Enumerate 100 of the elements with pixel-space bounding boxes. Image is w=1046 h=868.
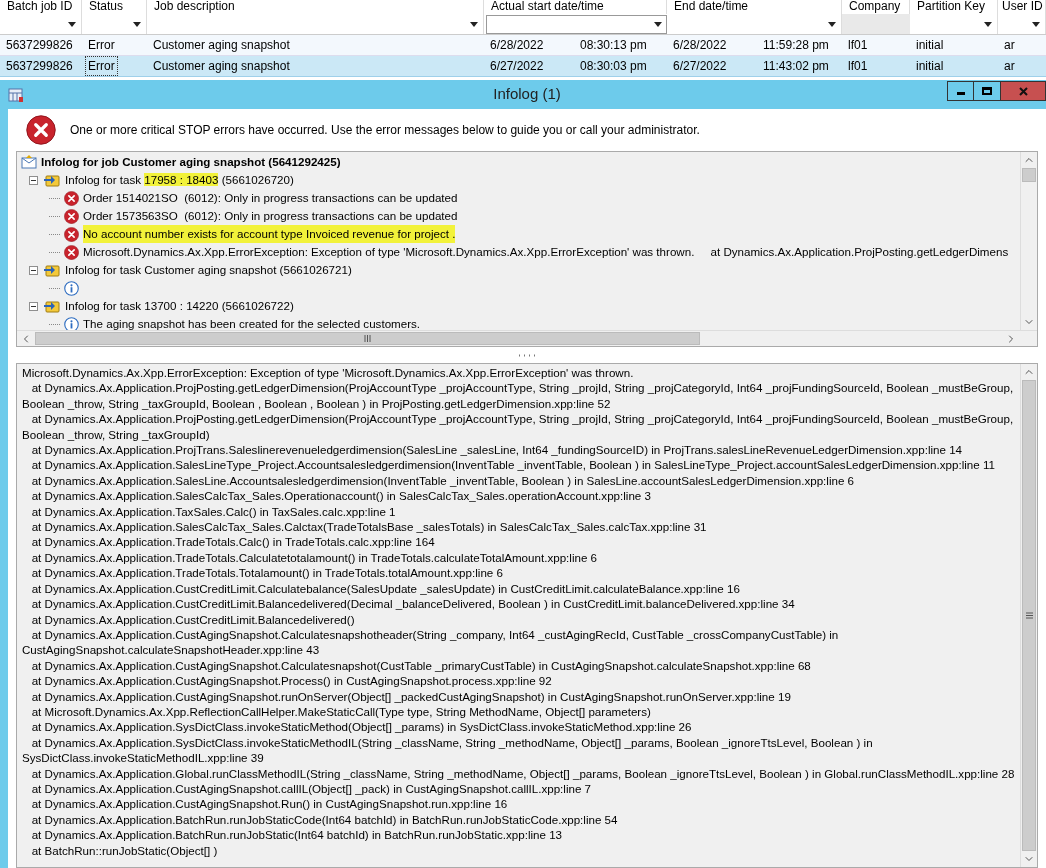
column-header[interactable]: Status: [82, 0, 147, 14]
stack-trace-line: at Dynamics.Ax.Application.SalesCalcTax_Sales.Operationaccount() in SalesCalcTax_Sales.operationAccount.xpp:line 3: [30, 488, 652, 504]
stack-trace-line: at Dynamics.Ax.Application.CustCreditLimit.Calculatebalance(SalesUpdate _salesUpdate) in CustCreditLimit.calculateBalance.xpp:line 16: [30, 580, 741, 597]
task-icon: [44, 299, 61, 313]
table-cell-text: lf01: [847, 37, 869, 54]
job-row[interactable]: 5637299826 Error Customer aging snapshot 6/27/2022 08:30:03 pm 6/27/2022 11:43:02 pm lf01 initial ar: [0, 56, 1046, 77]
maximize-button[interactable]: [974, 81, 1001, 101]
column-header[interactable]: Job description: [147, 0, 484, 14]
stack-trace-line: at Dynamics.Ax.Application.TradeTotals.Totalamount() in TradeTotals.totalAmount.xpp:line 6: [30, 565, 504, 581]
stack-trace-line: at Dynamics.Ax.Application.SysDictClass.invokeStaticMethod(Object[] _params) in SysDictClass.invokeStaticMethod.xpp:line 26: [30, 719, 693, 735]
scroll-thumb[interactable]: [1022, 380, 1036, 851]
scroll-thumb[interactable]: [35, 332, 700, 345]
table-cell: Error: [86, 57, 117, 75]
stack-trace-line: at BatchRun::runJobStatic(Object[] ): [30, 842, 219, 858]
error-icon: [64, 244, 79, 260]
error-icon: [26, 115, 56, 145]
error-icon: [64, 208, 79, 224]
stack-trace-line: at Dynamics.Ax.Application.CustAgingSnapshot.Calculatesnapshot(CustTable _primaryCustTable) in CustAgingSnapshot.calculateSnapshot.xpp:line 68: [30, 657, 812, 674]
tree-item-label: Infolog for job Customer aging snapshot (5641292425): [41, 154, 341, 171]
collapse-toggle[interactable]: [29, 175, 38, 185]
stack-trace-line: at Dynamics.Ax.Application.TradeTotals.Calculatetotalamount() in TradeTotals.calculateTotalAmount.xpp:line 6: [30, 549, 599, 566]
dropdown-arrow-icon[interactable]: [1032, 21, 1040, 27]
stack-trace-line: at Dynamics.Ax.Application.SalesLine.Accountsalesledgerdimension(InventTable _inventTable, Boolean ) in SalesLine.accountSalesLedgerDimension.xpp:line 6: [30, 472, 856, 489]
tree-item-label: Order 1573563SO (6012): Only in progress transactions can be updated: [83, 208, 458, 225]
column-header[interactable]: End date/time: [667, 0, 842, 14]
time-cell-text: 08:30:03 pm: [579, 58, 648, 75]
stack-trace-line: at Dynamics.Ax.Application.TaxSales.Calc() in TaxSales.calc.xpp:line 1: [30, 503, 397, 520]
filter-field[interactable]: [486, 14, 667, 34]
column-header[interactable]: Batch job ID: [0, 0, 82, 14]
stack-trace-line: at Dynamics.Ax.Application.CustAgingSnapshot.Run() in CustAgingSnapshot.run.xpp:line 16: [30, 796, 509, 812]
table-cell-text: initial: [915, 58, 945, 75]
dropdown-arrow-icon[interactable]: [654, 21, 662, 27]
close-button[interactable]: [1001, 81, 1046, 101]
date-cell-text: 6/27/2022: [672, 58, 728, 75]
time-cell-text: 11:59:28 pm: [762, 37, 830, 54]
stack-trace-line: at Dynamics.Ax.Application.Global.runClassMethodIL(String _className, String _methodName, Object[] _params, Boolean _ignoreTtsLevel, Boolean ) in Global.runClassMethodIL.xpp:line 28: [30, 765, 1016, 781]
error-icon: [64, 226, 79, 242]
error-icon: [64, 190, 79, 206]
info-icon: [64, 316, 79, 330]
grip-icon: [1025, 612, 1033, 619]
column-header[interactable]: User ID: [998, 0, 1046, 14]
vertical-scrollbar[interactable]: [1020, 152, 1037, 330]
vertical-scrollbar[interactable]: [1020, 364, 1037, 867]
table-cell-text: 5637299826: [5, 58, 74, 75]
close-icon[interactable]: [1018, 86, 1028, 96]
stack-trace-line: at Dynamics.Ax.Application.CustCreditLimit.Balancedelivered(): [30, 611, 356, 627]
date-cell-text: 6/28/2022: [489, 37, 545, 54]
tree-item-label: No account number exists for account type Invoiced revenue for project .: [83, 225, 456, 243]
date-cell-text: 6/27/2022: [489, 58, 545, 75]
job-row[interactable]: 5637299826 Error Customer aging snapshot 6/28/2022 08:30:13 pm 6/28/2022 11:59:28 pm lf01 initial ar: [0, 35, 1046, 56]
stack-trace-line: at Dynamics.Ax.Application.CustCreditLimit.Balancedelivered(Decimal _balanceDelivered, Boolean ) in CustCreditLimit.balanceDelivered.xpp:line 34: [30, 596, 796, 612]
tree-item-label: Infolog for task 17958 : 18403 (5661026720): [65, 172, 294, 189]
dropdown-arrow-icon[interactable]: [470, 21, 478, 27]
stack-trace-line: at Microsoft.Dynamics.Ax.Xpp.ReflectionCallHelper.MakeStaticCall(Type type, String MethodName, Object[] parameters): [30, 703, 652, 720]
table-cell-text: Customer aging snapshot: [152, 37, 291, 54]
envelope-icon: [21, 155, 37, 169]
window-title: Infolog (1): [493, 84, 561, 105]
tree-item-label: Microsoft.Dynamics.Ax.Xpp.ErrorException: Exception of type 'Microsoft.Dynamics.Ax.Xpp.ErrorException' was thrown. at Dynamics.Ax.Application.ProjPosting.getLedgerDimens: [83, 244, 1009, 261]
time-cell-text: 08:30:13 pm: [579, 37, 648, 54]
date-cell-text: 6/28/2022: [672, 37, 728, 54]
horizontal-scrollbar[interactable]: [17, 330, 1037, 346]
dropdown-arrow-icon[interactable]: [828, 21, 836, 27]
dropdown-arrow-icon[interactable]: [133, 21, 141, 27]
stack-trace-line: at Dynamics.Ax.Application.CustAgingSnapshot.Process() in CustAgingSnapshot.process.xpp:line 92: [30, 673, 553, 689]
stack-trace-line: at Dynamics.Ax.Application.BatchRun.runJobStatic(Int64 batchId) in BatchRun.runJobStatic.xpp:line 13: [30, 827, 564, 843]
table-cell-text: ar: [1003, 37, 1016, 54]
stack-trace-line: at Dynamics.Ax.Application.TradeTotals.Calc() in TradeTotals.calc.xpp:line 164: [30, 534, 436, 550]
table-cell-text: ar: [1003, 58, 1016, 75]
table-cell-text: initial: [915, 37, 945, 54]
window-icon: [8, 86, 24, 103]
tree-item-label: Infolog for task Customer aging snapshot (5661026721): [65, 262, 352, 279]
dropdown-arrow-icon[interactable]: [984, 21, 992, 27]
stack-trace-line: at Dynamics.Ax.Application.SalesLineType_Project.Accountsalesledgerdimension(InventTable _inventTable, Boolean ) in SalesLineType_Project.accountSalesLedgerDimension.xpp:line 11: [30, 457, 996, 473]
stack-trace-line: at Dynamics.Ax.Application.BatchRun.runJobStaticCode(Int64 batchId) in BatchRun.runJobStaticCode.xpp:line 54: [30, 811, 619, 828]
tree-item-label: The aging snapshot has been created for the selected customers.: [83, 316, 421, 330]
info-icon: [64, 280, 79, 296]
stack-trace-line: at Dynamics.Ax.Application.CustAgingSnapshot.runOnServer(Object[] _packedCustAgingSnapshot) in CustAgingSnapshot.runOnServer.xpp:line 19: [30, 688, 792, 704]
collapse-toggle[interactable]: [29, 265, 38, 275]
stack-trace-line: at Dynamics.Ax.Application.ProjPosting.getLedgerDimension(ProjAccountType _projAccountType, String _projId, String _projCategoryId, Int64 _projFundingSourceId, Boolean _mustBeGroup, Boolean _throw, String _taxGroupId): [22, 411, 1015, 443]
table-cell-text: lf01: [847, 58, 869, 75]
minimize-button[interactable]: [947, 81, 974, 101]
stack-trace-line: at Dynamics.Ax.Application.SalesCalcTax_Sales.Calctax(TradeTotalsBase _salesTotals) in SalesCalcTax_Sales.calcTax.xpp:line 31: [30, 519, 708, 535]
filter-cell: [842, 14, 910, 34]
stack-trace-line: Microsoft.Dynamics.Ax.Xpp.ErrorException: Exception of type 'Microsoft.Dynamics.Ax.Xpp.ErrorException' was thrown.: [22, 365, 635, 381]
time-cell-text: 11:43:02 pm: [762, 58, 830, 75]
task-icon: [44, 173, 61, 187]
collapse-toggle[interactable]: [29, 301, 38, 311]
stack-trace-line: at Dynamics.Ax.Application.CustAgingSnapshot.callIL(Object[] _pack) in CustAgingSnapshot.callIL.xpp:line 7: [30, 780, 593, 797]
tree-item-label: Order 1514021SO (6012): Only in progress transactions can be updated: [83, 190, 458, 207]
tree-item-label: Infolog for task 13700 : 14220 (5661026722): [65, 298, 294, 315]
table-cell-text: Error: [87, 37, 116, 54]
dropdown-arrow-icon[interactable]: [68, 21, 76, 27]
column-header[interactable]: Actual start date/time: [484, 0, 667, 14]
error-message: One or more critical STOP errors have occurred. Use the error messages below to guide you or call your administrator.: [70, 122, 700, 139]
task-icon: [44, 263, 61, 277]
table-cell-text: 5637299826: [5, 37, 74, 54]
scroll-thumb[interactable]: [1022, 168, 1036, 182]
grip-icon: [364, 335, 371, 342]
column-header[interactable]: Partition Key: [910, 0, 998, 14]
table-cell-text: Customer aging snapshot: [152, 58, 291, 75]
